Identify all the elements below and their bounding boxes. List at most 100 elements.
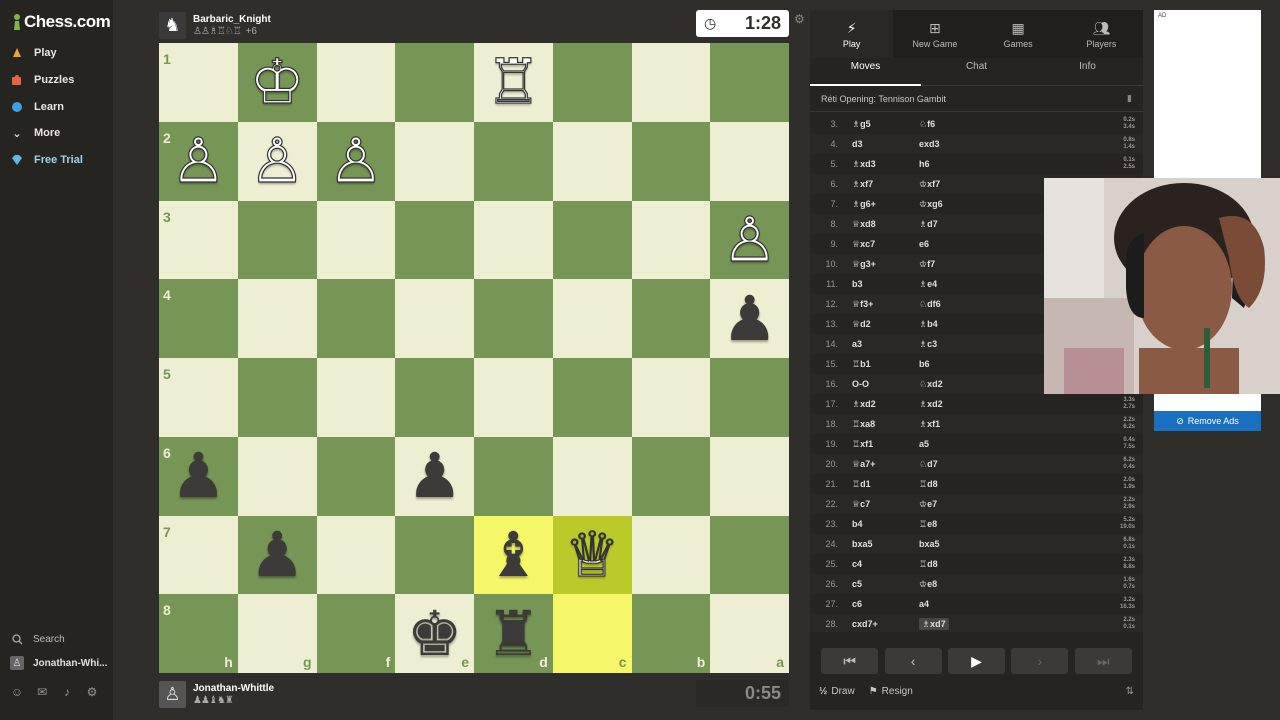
- board-square[interactable]: [631, 279, 711, 358]
- remove-ads-button[interactable]: ⊘ Remove Ads: [1154, 411, 1261, 431]
- board-square[interactable]: b: [631, 594, 711, 673]
- board-square[interactable]: [237, 358, 317, 437]
- white-move[interactable]: ♕c7: [844, 499, 911, 510]
- book-icon[interactable]: ▮: [1127, 93, 1132, 104]
- white-piece[interactable]: ♙: [170, 129, 227, 192]
- board-square[interactable]: [474, 279, 553, 358]
- board-square[interactable]: [316, 43, 396, 122]
- black-move[interactable]: ♘df6: [911, 299, 1061, 310]
- black-move[interactable]: ♔e7: [911, 499, 1061, 510]
- white-move[interactable]: ♗g5: [844, 119, 911, 130]
- white-move[interactable]: ♖d1: [844, 479, 911, 490]
- board-square[interactable]: [631, 200, 711, 280]
- black-piece[interactable]: ♜: [486, 602, 542, 665]
- black-move[interactable]: a4: [911, 599, 1061, 609]
- board-square[interactable]: ♟: [710, 279, 789, 358]
- board-square[interactable]: [474, 436, 553, 516]
- white-piece[interactable]: ♙: [249, 129, 306, 192]
- first-move-button[interactable]: ⏮︎: [821, 648, 879, 674]
- friends-icon[interactable]: ☺: [10, 685, 24, 699]
- board-square[interactable]: ♖: [474, 43, 553, 122]
- white-move[interactable]: ♖b1: [844, 359, 911, 370]
- black-piece[interactable]: ♝: [486, 523, 542, 586]
- sidebar-user[interactable]: ♙ Jonathan-Whi...: [10, 656, 107, 670]
- black-move[interactable]: ♖e8: [911, 519, 1061, 530]
- black-move[interactable]: ♗c3: [911, 339, 1061, 350]
- white-move[interactable]: ♖xa8: [844, 419, 911, 430]
- board-square[interactable]: 6 ♟: [159, 436, 238, 516]
- chess-logo[interactable]: Chess.com: [12, 12, 111, 32]
- black-move[interactable]: exd3: [911, 139, 1061, 149]
- white-move[interactable]: ♗xd2: [844, 399, 911, 410]
- white-move[interactable]: ♕xc7: [844, 239, 911, 250]
- white-move[interactable]: O-O: [844, 379, 911, 389]
- board-square[interactable]: 2 ♙: [159, 121, 238, 201]
- white-move[interactable]: ♗g6+: [844, 199, 911, 210]
- board-square[interactable]: [474, 200, 553, 280]
- white-move[interactable]: b4: [844, 519, 911, 529]
- white-move[interactable]: ♕d2: [844, 319, 911, 330]
- black-move[interactable]: ♔xg6: [911, 199, 1061, 210]
- black-move[interactable]: ♗e4: [911, 279, 1061, 290]
- board-square[interactable]: [552, 121, 632, 201]
- black-move[interactable]: e6: [911, 239, 1061, 249]
- black-piece[interactable]: ♟: [722, 287, 778, 350]
- top-player-name[interactable]: Barbaric_Knight: [193, 14, 271, 25]
- white-move[interactable]: c4: [844, 559, 911, 569]
- black-move[interactable]: ♘d7: [911, 459, 1061, 470]
- board-square[interactable]: 4: [159, 279, 238, 358]
- black-move[interactable]: bxa5: [911, 539, 1061, 549]
- board-square[interactable]: ♔: [237, 43, 317, 122]
- play-moves-button[interactable]: ▶: [947, 648, 1005, 674]
- board-square[interactable]: [631, 436, 711, 516]
- board-square[interactable]: 8h: [159, 594, 238, 673]
- messages-icon[interactable]: ✉: [35, 685, 49, 699]
- white-move[interactable]: a3: [844, 339, 911, 349]
- black-move[interactable]: ♗xd7: [911, 617, 1061, 630]
- black-move[interactable]: ♗xf1: [911, 419, 1061, 430]
- board-square[interactable]: e ♚: [395, 594, 474, 673]
- white-move[interactable]: b3: [844, 279, 911, 289]
- board-square[interactable]: [316, 436, 396, 516]
- black-move[interactable]: ♔f7: [911, 259, 1061, 270]
- white-move[interactable]: c6: [844, 599, 911, 609]
- white-move[interactable]: ♗xf7: [844, 179, 911, 190]
- board-square[interactable]: [710, 43, 789, 122]
- last-move-button[interactable]: ⏭︎: [1074, 648, 1132, 674]
- black-move[interactable]: ♔xf7: [911, 179, 1061, 190]
- black-move[interactable]: ♘xd2: [911, 379, 1061, 390]
- board-square[interactable]: ♟: [237, 515, 317, 595]
- board-square[interactable]: [316, 358, 396, 437]
- board-square[interactable]: ♕: [552, 515, 632, 595]
- black-move[interactable]: ♗b4: [911, 319, 1061, 330]
- board-square[interactable]: [710, 121, 789, 201]
- sidebar-item-free-trial[interactable]: Free Trial: [10, 153, 83, 167]
- bottom-player-avatar[interactable]: ♙: [159, 680, 186, 708]
- gear-icon[interactable]: ⚙: [85, 685, 99, 699]
- board-square[interactable]: [395, 515, 474, 595]
- board-square[interactable]: g: [237, 594, 317, 673]
- board-square[interactable]: [631, 358, 711, 437]
- flip-board-icon[interactable]: ⇅: [1126, 686, 1134, 697]
- board-square[interactable]: [631, 515, 711, 595]
- top-player-avatar[interactable]: ♞: [159, 11, 186, 39]
- board-square[interactable]: [710, 436, 789, 516]
- black-move[interactable]: ♘f6: [911, 119, 1061, 130]
- black-move[interactable]: b6: [911, 359, 1061, 369]
- board-square[interactable]: [552, 43, 632, 122]
- white-move[interactable]: c5: [844, 579, 911, 589]
- board-square[interactable]: a: [710, 594, 789, 673]
- board-square[interactable]: [316, 515, 396, 595]
- board-square[interactable]: 5: [159, 358, 238, 437]
- board-square[interactable]: [237, 200, 317, 280]
- board-square[interactable]: 3: [159, 200, 238, 280]
- black-move[interactable]: a5: [911, 439, 1061, 449]
- board-square[interactable]: ♙: [237, 121, 317, 201]
- black-move[interactable]: ♖d8: [911, 479, 1061, 490]
- draw-button[interactable]: ½ Draw: [819, 686, 855, 697]
- notifications-icon[interactable]: ♪: [60, 685, 74, 699]
- sidebar-item-learn[interactable]: Learn: [10, 100, 64, 114]
- white-move[interactable]: cxd7+: [844, 619, 911, 629]
- next-move-button[interactable]: ›: [1011, 648, 1069, 674]
- board-square[interactable]: [552, 279, 632, 358]
